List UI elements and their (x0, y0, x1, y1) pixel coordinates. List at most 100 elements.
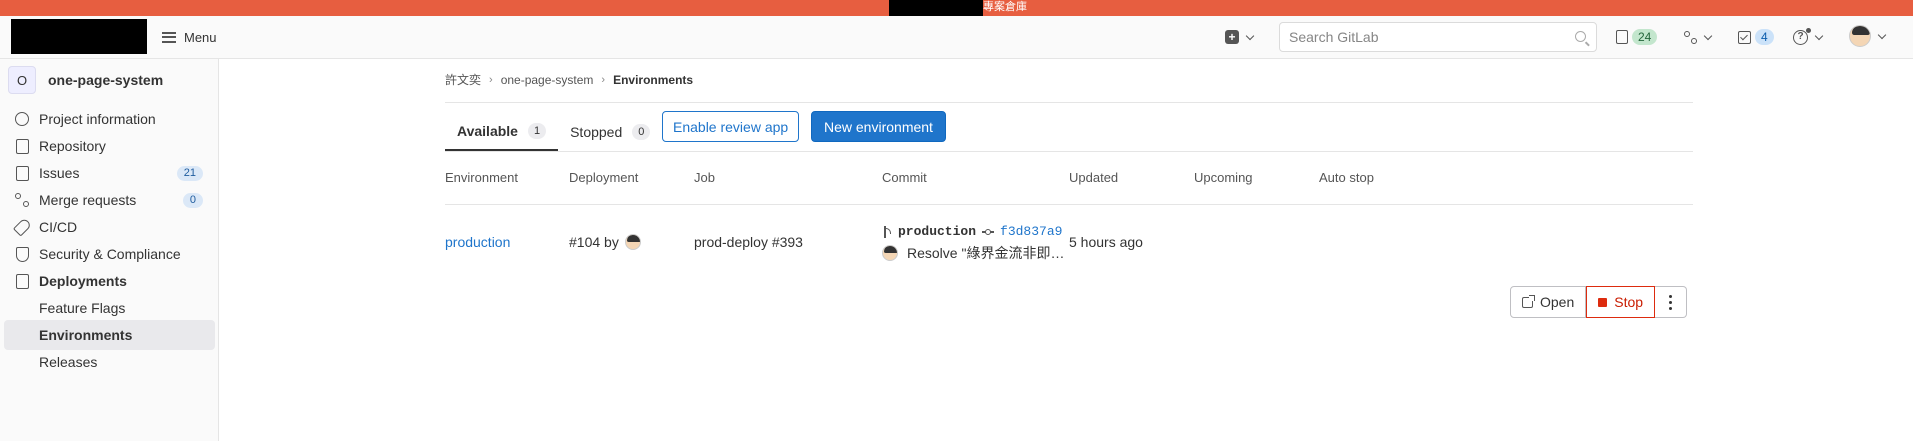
sidebar-item-label: Security & Compliance (39, 246, 181, 262)
column-header-auto-stop: Auto stop (1319, 170, 1374, 185)
breadcrumb: 許文奕 › one-page-system › Environments (445, 71, 693, 88)
todos-count-badge: 4 (1755, 29, 1774, 45)
search-icon (1575, 31, 1586, 42)
ref-link[interactable]: production (898, 224, 976, 239)
column-header-environment: Environment (445, 170, 518, 185)
column-header-upcoming: Upcoming (1194, 170, 1253, 185)
more-actions-button[interactable] (1655, 286, 1688, 318)
issues-count-badge: 24 (1632, 29, 1658, 45)
stop-icon (1598, 297, 1608, 307)
project-header[interactable]: O one-page-system (8, 66, 163, 94)
tab-count-badge: 0 (632, 123, 651, 140)
info-icon (14, 111, 30, 127)
new-item-dropdown[interactable]: + (1225, 27, 1255, 47)
hamburger-icon (162, 31, 176, 43)
sidebar-item-label: Deployments (39, 273, 127, 289)
column-header-deployment: Deployment (569, 170, 639, 185)
issues-icon (14, 165, 30, 181)
system-header-text: 專案倉庫 (983, 1, 1027, 13)
stop-environment-button[interactable]: Stop (1586, 286, 1656, 318)
sidebar-item-project-information[interactable]: Project information (4, 104, 215, 134)
menu-button[interactable]: Menu (162, 25, 217, 49)
todos-nav-button[interactable]: 4 (1738, 27, 1774, 47)
sidebar-item-feature-flags[interactable]: Feature Flags (4, 293, 215, 323)
help-icon: ? (1793, 27, 1811, 45)
sidebar-item-label: Project information (39, 111, 156, 127)
issues-icon (1616, 30, 1628, 44)
commit-author-avatar[interactable] (882, 245, 898, 261)
doc-icon (14, 138, 30, 154)
environment-actions: Open Stop (1510, 286, 1688, 318)
help-dropdown[interactable]: ? (1793, 27, 1824, 47)
todo-icon (1738, 30, 1751, 44)
sidebar-item-ci-cd[interactable]: CI/CD (4, 212, 215, 242)
sidebar-item-label: Releases (39, 354, 98, 370)
chevron-right-icon: › (601, 73, 606, 86)
sidebar-item-releases[interactable]: Releases (4, 347, 215, 377)
commit-cell: production f3d837a9 Resolve "綠界金流非即時付款" (882, 224, 1067, 263)
tab-stopped[interactable]: Stopped 0 (558, 112, 662, 151)
branch-icon (882, 225, 892, 238)
sidebar-item-issues[interactable]: Issues 21 (4, 158, 215, 188)
project-avatar: O (8, 66, 36, 94)
commit-icon (982, 228, 995, 236)
sidebar: O one-page-system Project information Re… (0, 59, 219, 441)
sidebar-item-label: Environments (39, 327, 133, 343)
deployer-avatar[interactable] (624, 234, 641, 250)
project-name: one-page-system (48, 72, 164, 88)
column-header-commit: Commit (882, 170, 927, 185)
issues-nav-button[interactable]: 24 (1616, 27, 1658, 47)
external-link-icon (1522, 294, 1535, 308)
updated-time: 5 hours ago (1069, 234, 1143, 250)
open-environment-button[interactable]: Open (1510, 286, 1587, 318)
tab-available[interactable]: Available 1 (445, 112, 559, 151)
divider (445, 102, 1693, 103)
merge-requests-count-badge: 0 (182, 192, 203, 208)
sidebar-item-repository[interactable]: Repository (4, 131, 215, 161)
sidebar-item-security-compliance[interactable]: Security & Compliance (4, 239, 215, 269)
divider (445, 151, 1693, 152)
breadcrumb-current[interactable]: Environments (613, 73, 693, 87)
tab-label: Stopped (570, 123, 623, 140)
user-avatar (1849, 25, 1871, 47)
chevron-down-icon (1703, 31, 1713, 40)
sidebar-item-label: Issues (39, 165, 80, 181)
kebab-icon (1669, 294, 1673, 298)
job-link[interactable]: prod-deploy #393 (694, 234, 803, 250)
stop-label: Stop (1614, 294, 1644, 310)
search-box[interactable] (1279, 22, 1597, 52)
menu-label: Menu (184, 29, 217, 45)
search-input[interactable] (1289, 29, 1569, 45)
logo[interactable] (11, 19, 147, 54)
sidebar-item-deployments[interactable]: Deployments (4, 266, 215, 296)
commit-sha-link[interactable]: f3d837a9 (1000, 224, 1062, 239)
enable-review-app-button[interactable]: Enable review app (662, 111, 800, 142)
commit-title-link[interactable]: Resolve "綠界金流非即時付款" (907, 243, 1067, 263)
chevron-down-icon (1877, 30, 1887, 39)
tab-label: Available (457, 122, 518, 139)
environment-link[interactable]: production (445, 234, 510, 250)
column-header-updated: Updated (1069, 170, 1119, 185)
open-label: Open (1540, 294, 1575, 310)
divider (445, 204, 1693, 205)
breadcrumb-user[interactable]: 許文奕 (445, 71, 481, 88)
sidebar-item-environments[interactable]: Environments (4, 320, 215, 350)
breadcrumb-project[interactable]: one-page-system (501, 73, 594, 87)
chevron-down-icon (1814, 31, 1824, 40)
deployments-icon (14, 273, 30, 289)
environment-tabs: Available 1 Stopped 0 (445, 112, 662, 151)
chevron-right-icon: › (489, 73, 493, 86)
sidebar-item-label: Merge requests (39, 192, 137, 208)
main-content: 許文奕 › one-page-system › Environments Ava… (219, 59, 1913, 441)
new-environment-button[interactable]: New environment (811, 111, 946, 142)
system-header-bar: 專案倉庫 (0, 0, 1913, 22)
top-navbar: Menu + 24 4 ? (0, 16, 1913, 59)
sidebar-item-merge-requests[interactable]: Merge requests 0 (4, 185, 215, 215)
user-menu[interactable] (1849, 25, 1887, 47)
issues-count-badge: 21 (176, 165, 203, 181)
merge-request-icon (14, 192, 30, 208)
column-header-job: Job (694, 170, 715, 185)
deployment-label: #104 by (569, 234, 619, 250)
merge-request-icon (1683, 30, 1697, 44)
merge-requests-nav-button[interactable] (1683, 27, 1713, 47)
